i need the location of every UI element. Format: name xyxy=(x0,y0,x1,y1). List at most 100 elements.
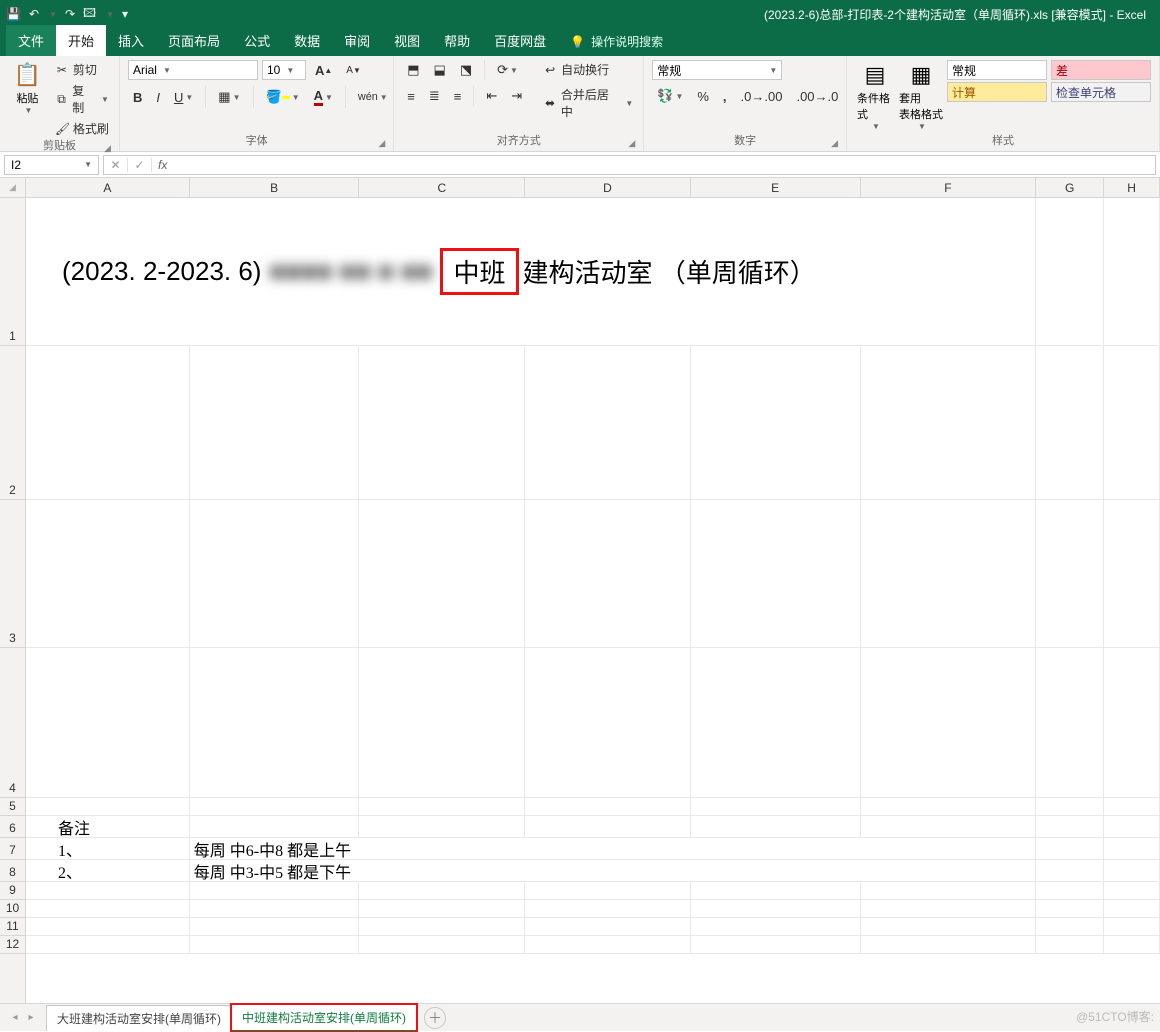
cell[interactable] xyxy=(691,500,861,648)
cell-style-check[interactable]: 检查单元格 xyxy=(1051,82,1151,102)
cell[interactable] xyxy=(190,648,360,798)
tab-view[interactable]: 视图 xyxy=(382,25,432,56)
cell[interactable] xyxy=(691,900,861,918)
redo-icon[interactable]: ↷ xyxy=(65,7,75,21)
qat-more-icon[interactable]: ▾ xyxy=(122,7,128,21)
cell[interactable] xyxy=(1104,838,1160,860)
cell[interactable] xyxy=(1104,882,1160,900)
cell[interactable] xyxy=(1036,918,1104,936)
cell[interactable] xyxy=(691,648,861,798)
cell[interactable] xyxy=(861,900,1037,918)
row-header[interactable]: 9 xyxy=(0,882,25,900)
underline-button[interactable]: U▼ xyxy=(169,88,198,107)
percent-button[interactable]: % xyxy=(692,87,714,106)
paste-button[interactable]: 📋 粘贴 ▼ xyxy=(8,60,47,117)
touch-mode-icon[interactable]: 🖾 xyxy=(83,4,96,25)
align-right-button[interactable]: ≡ xyxy=(449,87,467,106)
row-header[interactable]: 2 xyxy=(0,346,25,500)
cell[interactable] xyxy=(359,500,525,648)
cell[interactable] xyxy=(1104,198,1160,346)
phonetic-button[interactable]: wén▼ xyxy=(353,89,393,105)
shrink-font-button[interactable]: A▼ xyxy=(341,63,366,78)
cell[interactable] xyxy=(190,936,360,954)
cell[interactable] xyxy=(691,918,861,936)
italic-button[interactable]: I xyxy=(151,88,165,107)
align-bottom-button[interactable]: ⬔ xyxy=(455,60,477,80)
cell[interactable] xyxy=(525,798,691,816)
cut-button[interactable]: ✂剪切 xyxy=(53,60,111,79)
cell-style-normal[interactable]: 常规 xyxy=(947,60,1047,80)
increase-indent-button[interactable]: ⇥ xyxy=(506,86,527,106)
cell[interactable] xyxy=(691,816,861,838)
cell[interactable] xyxy=(1036,900,1104,918)
font-size-combo[interactable]: 10▼ xyxy=(262,60,306,80)
align-middle-button[interactable]: ⬓ xyxy=(429,60,451,80)
dialog-launcher-icon[interactable]: ◢ xyxy=(628,135,635,151)
align-center-button[interactable]: ≣ xyxy=(424,86,445,106)
cell[interactable] xyxy=(691,936,861,954)
cell[interactable] xyxy=(861,648,1037,798)
enter-formula-icon[interactable]: ✓ xyxy=(128,158,152,172)
dialog-launcher-icon[interactable]: ◢ xyxy=(831,135,838,151)
fx-icon[interactable]: fx xyxy=(152,158,173,172)
cell[interactable] xyxy=(1036,936,1104,954)
cell-style-calc[interactable]: 计算 xyxy=(947,82,1047,102)
cell[interactable] xyxy=(26,798,190,816)
cell[interactable] xyxy=(525,900,691,918)
tab-review[interactable]: 审阅 xyxy=(332,25,382,56)
column-header[interactable]: C xyxy=(359,178,525,197)
number-format-combo[interactable]: 常规▼ xyxy=(652,60,782,80)
cell[interactable] xyxy=(1036,500,1104,648)
cell[interactable] xyxy=(26,648,190,798)
formula-input[interactable]: ✕ ✓ fx xyxy=(103,155,1156,175)
font-name-combo[interactable]: Arial▼ xyxy=(128,60,258,80)
row-header[interactable]: 11 xyxy=(0,918,25,936)
cell[interactable] xyxy=(525,648,691,798)
orientation-button[interactable]: ⟳▼ xyxy=(492,60,523,80)
cell[interactable] xyxy=(691,798,861,816)
row-header[interactable]: 10 xyxy=(0,900,25,918)
cell[interactable] xyxy=(1036,816,1104,838)
sheet-tab-2[interactable]: 中班建构活动室安排(单周循环) xyxy=(231,1004,417,1032)
cell[interactable] xyxy=(359,798,525,816)
tab-file[interactable]: 文件 xyxy=(6,25,56,56)
cell[interactable] xyxy=(1104,346,1160,500)
grow-font-button[interactable]: A▲ xyxy=(310,61,337,80)
cell[interactable] xyxy=(1104,798,1160,816)
sheet-nav-last-icon[interactable]: ▸ xyxy=(24,1012,38,1023)
grid-body[interactable]: (2023. 2-2023. 6) ■■■■ ■■ ■ ■■ 中班 建构活动室 … xyxy=(26,198,1160,1003)
note-2-prefix[interactable]: 2、 xyxy=(26,860,190,882)
cell[interactable] xyxy=(190,798,360,816)
increase-decimal-button[interactable]: .0→.00 xyxy=(736,87,788,106)
tab-page-layout[interactable]: 页面布局 xyxy=(156,25,232,56)
fill-color-button[interactable]: 🪣▼ xyxy=(261,87,305,107)
cell[interactable] xyxy=(691,346,861,500)
dialog-launcher-icon[interactable]: ◢ xyxy=(104,140,111,156)
cell[interactable] xyxy=(1104,918,1160,936)
cell[interactable] xyxy=(359,918,525,936)
cell[interactable] xyxy=(1036,648,1104,798)
row-header[interactable]: 4 xyxy=(0,648,25,798)
cell[interactable] xyxy=(861,882,1037,900)
cell[interactable] xyxy=(525,936,691,954)
cell[interactable] xyxy=(1104,860,1160,882)
wrap-text-button[interactable]: ↩自动换行 xyxy=(541,60,635,79)
cell[interactable] xyxy=(26,346,190,500)
tab-help[interactable]: 帮助 xyxy=(432,25,482,56)
cell[interactable] xyxy=(1104,816,1160,838)
comma-button[interactable]: , xyxy=(718,87,732,106)
undo-caret-icon[interactable]: ▼ xyxy=(49,10,57,19)
cell[interactable] xyxy=(26,882,190,900)
cell[interactable] xyxy=(190,346,360,500)
row-header[interactable]: 3 xyxy=(0,500,25,648)
cell[interactable] xyxy=(359,816,525,838)
dialog-launcher-icon[interactable]: ◢ xyxy=(378,135,385,151)
cell[interactable] xyxy=(691,882,861,900)
cell[interactable] xyxy=(1104,648,1160,798)
cell[interactable] xyxy=(1036,346,1104,500)
bold-button[interactable]: B xyxy=(128,88,147,107)
cell[interactable] xyxy=(861,816,1037,838)
format-painter-button[interactable]: 🖌格式刷 xyxy=(53,119,111,138)
row-header[interactable]: 1 xyxy=(0,198,25,346)
cell[interactable] xyxy=(26,500,190,648)
